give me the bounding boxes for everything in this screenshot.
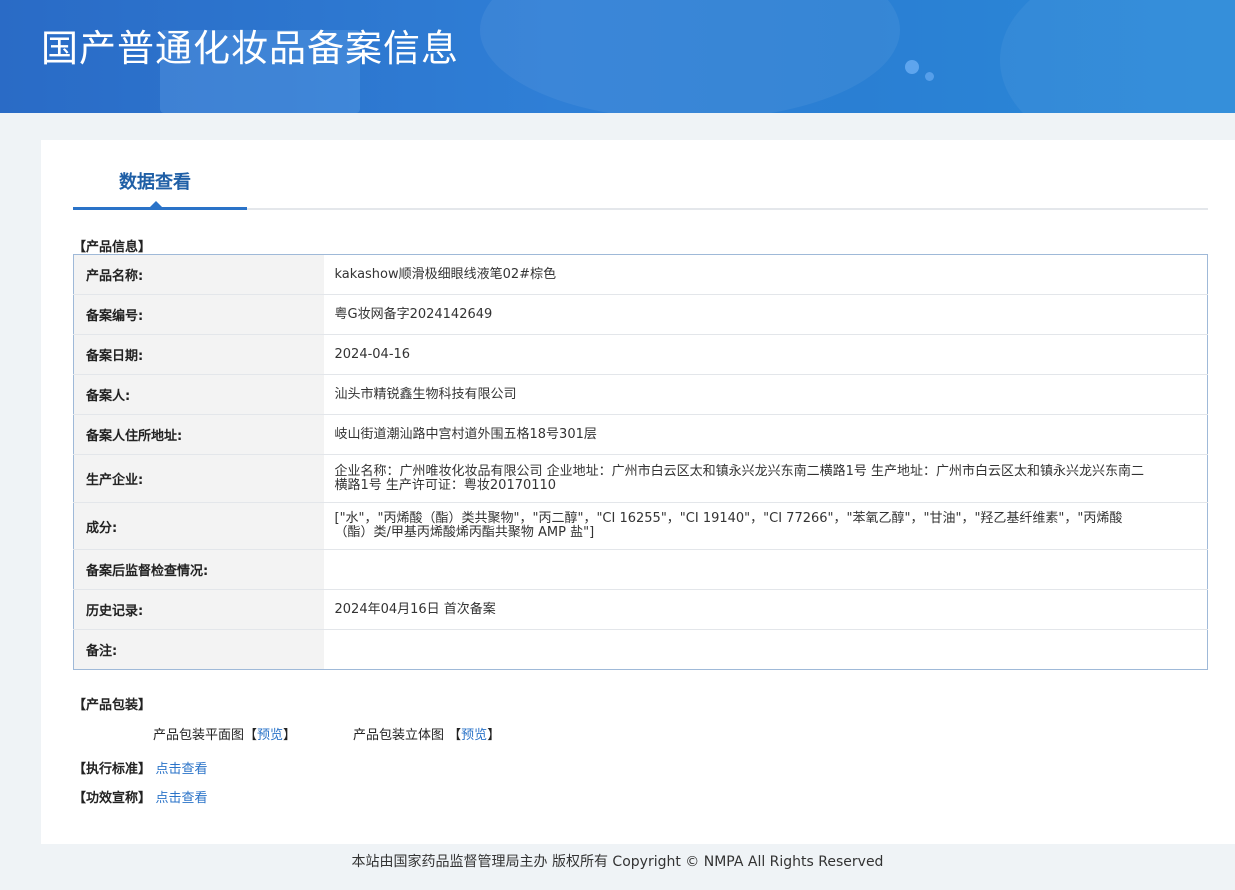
row-value: 2024年04月16日 首次备案 xyxy=(323,589,1208,630)
table-row: 产品名称: kakashow顺滑极细眼线液笔02#棕色 xyxy=(73,254,1208,295)
table-row: 成分: ["水"，"丙烯酸（酯）类共聚物"，"丙二醇"，"CI 16255"，"… xyxy=(73,502,1208,550)
table-row: 备案人住所地址: 岐山街道潮汕路中宫村道外围五格18号301层 xyxy=(73,414,1208,455)
row-value xyxy=(323,549,1208,590)
footer-copyright: 本站由国家药品监督管理局主办 版权所有 Copyright © NMPA All… xyxy=(351,854,884,870)
standard-row: 【执行标准】 点击查看 xyxy=(73,758,208,777)
row-key: 备案编号: xyxy=(73,294,324,335)
row-value: kakashow顺滑极细眼线液笔02#棕色 xyxy=(323,254,1208,295)
packaging-flat-label: 产品包装平面图 xyxy=(153,728,245,743)
row-key: 产品名称: xyxy=(73,254,324,295)
table-row: 备注: xyxy=(73,629,1208,670)
row-value: 汕头市精锐鑫生物科技有限公司 xyxy=(323,374,1208,415)
row-value: 2024-04-16 xyxy=(323,334,1208,375)
row-key: 成分: xyxy=(73,502,324,550)
tab-data-view[interactable]: 数据查看 xyxy=(73,168,247,210)
bracket-close: 】 xyxy=(487,728,501,743)
tab-active-underline xyxy=(73,207,247,210)
row-value: 岐山街道潮汕路中宫村道外围五格18号301层 xyxy=(323,414,1208,455)
table-row: 备案日期: 2024-04-16 xyxy=(73,334,1208,375)
bracket-open: 【 xyxy=(244,728,258,743)
table-row: 生产企业: 企业名称：广州唯妆化妆品有限公司 企业地址：广州市白云区太和镇永兴龙… xyxy=(73,454,1208,503)
row-value xyxy=(324,630,1208,670)
efficacy-row: 【功效宣称】 点击查看 xyxy=(73,787,208,806)
section-title-efficacy: 【功效宣称】 xyxy=(73,791,152,806)
bracket-open: 【 xyxy=(448,728,462,743)
row-value: 企业名称：广州唯妆化妆品有限公司 企业地址：广州市白云区太和镇永兴龙兴东南二横路… xyxy=(323,454,1208,503)
product-info-table: 产品名称: kakashow顺滑极细眼线液笔02#棕色 备案编号: 粤G妆网备字… xyxy=(73,254,1208,670)
packaging-flat-row: 产品包装平面图【预览】 xyxy=(153,724,296,743)
efficacy-view-link[interactable]: 点击查看 xyxy=(156,791,208,806)
row-value: 粤G妆网备字2024142649 xyxy=(323,294,1208,335)
table-row: 备案后监督检查情况: xyxy=(73,549,1208,590)
table-row: 历史记录: 2024年04月16日 首次备案 xyxy=(73,589,1208,630)
banner-decoration xyxy=(480,0,900,113)
packaging-solid-preview-link[interactable]: 预览 xyxy=(461,728,487,743)
banner-decoration xyxy=(905,60,919,74)
banner-decoration xyxy=(925,72,934,81)
row-key: 备案日期: xyxy=(73,334,324,375)
table-row: 备案人: 汕头市精锐鑫生物科技有限公司 xyxy=(73,374,1208,415)
packaging-solid-label: 产品包装立体图 xyxy=(353,728,445,743)
tab-label: 数据查看 xyxy=(119,172,191,193)
section-title-product-info: 【产品信息】 xyxy=(73,240,152,255)
row-key: 生产企业: xyxy=(73,454,324,503)
packaging-flat-preview-link[interactable]: 预览 xyxy=(257,728,283,743)
row-key: 历史记录: xyxy=(73,589,324,630)
header-banner: 国产普通化妆品备案信息 xyxy=(0,0,1235,113)
packaging-solid-row: 产品包装立体图 【预览】 xyxy=(353,724,500,743)
bracket-close: 】 xyxy=(283,728,297,743)
banner-decoration xyxy=(1000,0,1235,113)
row-key: 备注: xyxy=(73,629,324,670)
row-key: 备案后监督检查情况: xyxy=(73,549,324,590)
section-title-packaging: 【产品包装】 xyxy=(73,698,152,713)
content-panel: 数据查看 【产品信息】 产品名称: kakashow顺滑极细眼线液笔02#棕色 … xyxy=(41,140,1235,844)
page-title: 国产普通化妆品备案信息 xyxy=(41,27,459,70)
table-row: 备案编号: 粤G妆网备字2024142649 xyxy=(73,294,1208,335)
row-value: ["水"，"丙烯酸（酯）类共聚物"，"丙二醇"，"CI 16255"，"CI 1… xyxy=(323,502,1208,550)
section-title-standard: 【执行标准】 xyxy=(73,762,152,777)
row-key: 备案人: xyxy=(73,374,324,415)
standard-view-link[interactable]: 点击查看 xyxy=(156,762,208,777)
row-key: 备案人住所地址: xyxy=(73,414,324,455)
